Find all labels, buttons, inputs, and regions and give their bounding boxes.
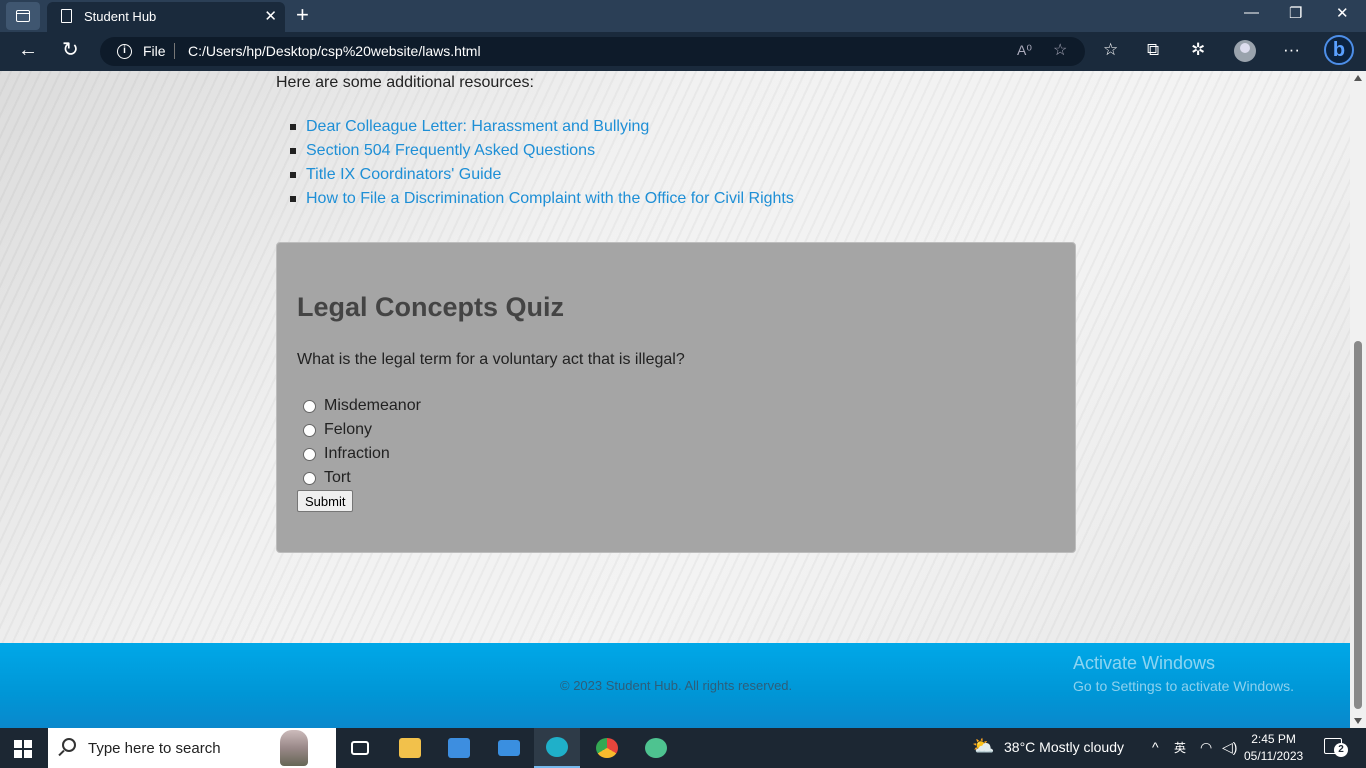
quiz-panel: Legal Concepts Quiz What is the legal te… xyxy=(276,242,1076,553)
watermark-subtitle: Go to Settings to activate Windows. xyxy=(1073,678,1294,694)
collections-icon[interactable]: ⧉ xyxy=(1147,41,1159,58)
resource-link[interactable]: Title IX Coordinators' Guide xyxy=(306,166,501,183)
info-icon[interactable]: i xyxy=(117,44,132,59)
page-scrollbar[interactable] xyxy=(1350,71,1366,728)
network-icon[interactable]: ◠ xyxy=(1200,739,1212,756)
quiz-option[interactable]: Misdemeanor xyxy=(303,394,421,418)
microsoft-store-icon[interactable] xyxy=(436,728,482,768)
atom-icon[interactable] xyxy=(633,728,679,768)
option-label: Infraction xyxy=(324,445,390,462)
resources-list: Dear Colleague Letter: Harassment and Bu… xyxy=(290,117,794,213)
submit-button[interactable]: Submit xyxy=(297,490,354,512)
mail-icon[interactable] xyxy=(486,728,532,768)
task-view-icon[interactable] xyxy=(337,728,383,768)
radio-button[interactable] xyxy=(303,447,316,461)
tab-student-hub[interactable]: Student Hub ✕ xyxy=(47,2,285,32)
search-placeholder: Type here to search xyxy=(88,740,221,757)
notification-badge: 2 xyxy=(1334,743,1348,757)
weather-text[interactable]: 38°C Mostly cloudy xyxy=(1004,739,1124,755)
windows-taskbar: Type here to search ⛅ 38°C Mostly cloudy… xyxy=(0,728,1366,768)
copyright-text: © 2023 Student Hub. All rights reserved. xyxy=(560,678,793,693)
file-explorer-icon[interactable] xyxy=(387,728,433,768)
maximize-button[interactable]: ❐ xyxy=(1289,4,1302,22)
add-favorite-icon[interactable]: ☆ xyxy=(1053,40,1067,60)
protocol-label: File xyxy=(143,43,166,59)
clock-date: 05/11/2023 xyxy=(1244,749,1304,763)
option-label: Tort xyxy=(324,469,351,486)
radio-button[interactable] xyxy=(303,471,316,485)
list-item: Title IX Coordinators' Guide xyxy=(290,165,794,189)
system-clock[interactable]: 2:45 PM 05/11/2023 xyxy=(1244,731,1303,765)
new-tab-button[interactable]: + xyxy=(296,3,309,27)
page-footer: © 2023 Student Hub. All rights reserved.… xyxy=(0,643,1350,728)
clock-time: 2:45 PM xyxy=(1251,732,1296,746)
resource-link[interactable]: How to File a Discrimination Complaint w… xyxy=(306,190,794,207)
quiz-option[interactable]: Felony xyxy=(303,418,421,442)
tab-close-icon[interactable]: ✕ xyxy=(264,7,277,25)
address-bar[interactable]: i File C:/Users/hp/Desktop/csp%20website… xyxy=(100,37,1085,66)
page-viewport: Here are some additional resources: Dear… xyxy=(0,71,1350,728)
scroll-up-icon[interactable] xyxy=(1354,75,1362,81)
activate-windows-watermark: Activate Windows Go to Settings to activ… xyxy=(1073,653,1294,694)
list-item: How to File a Discrimination Complaint w… xyxy=(290,189,794,213)
close-window-button[interactable]: ✕ xyxy=(1336,4,1349,22)
profile-avatar[interactable] xyxy=(1234,40,1256,62)
volume-icon[interactable]: ◁) xyxy=(1222,739,1237,756)
more-menu-icon[interactable]: ··· xyxy=(1283,41,1300,58)
read-aloud-icon[interactable]: A⁰ xyxy=(1017,42,1032,59)
option-label: Felony xyxy=(324,421,373,438)
resource-link[interactable]: Dear Colleague Letter: Harassment and Bu… xyxy=(306,118,649,135)
quiz-option[interactable]: Tort xyxy=(303,466,421,490)
back-button[interactable]: ← xyxy=(18,40,38,60)
tab-title: Student Hub xyxy=(84,9,157,24)
extensions-icon[interactable]: ✲ xyxy=(1191,41,1205,58)
list-item: Section 504 Frequently Asked Questions xyxy=(290,141,794,165)
chrome-icon[interactable] xyxy=(584,728,630,768)
option-label: Misdemeanor xyxy=(324,397,421,414)
quiz-option[interactable]: Infraction xyxy=(303,442,421,466)
scroll-down-icon[interactable] xyxy=(1354,718,1362,724)
radio-button[interactable] xyxy=(303,399,316,413)
url-text[interactable]: C:/Users/hp/Desktop/csp%20website/laws.h… xyxy=(188,43,481,59)
notification-icon[interactable]: 2 xyxy=(1324,738,1348,757)
ime-icon[interactable]: 英 xyxy=(1174,739,1186,756)
watermark-title: Activate Windows xyxy=(1073,653,1216,673)
favorites-icon[interactable]: ☆ xyxy=(1103,41,1118,58)
browser-toolbar: ← ↻ i File C:/Users/hp/Desktop/csp%20web… xyxy=(0,32,1366,71)
sidebar-icon xyxy=(16,10,30,22)
bing-chat-icon[interactable]: b xyxy=(1324,35,1354,65)
minimize-button[interactable]: — xyxy=(1244,4,1259,21)
taskbar-search[interactable]: Type here to search xyxy=(48,728,336,768)
list-item: Dear Colleague Letter: Harassment and Bu… xyxy=(290,117,794,141)
start-button[interactable] xyxy=(14,740,32,758)
quiz-question: What is the legal term for a voluntary a… xyxy=(297,351,685,368)
tray-overflow-icon[interactable]: ^ xyxy=(1152,739,1159,755)
scrollbar-thumb[interactable] xyxy=(1354,341,1362,709)
address-divider xyxy=(174,43,175,59)
quiz-title: Legal Concepts Quiz xyxy=(297,292,565,322)
resources-intro: Here are some additional resources: xyxy=(276,74,534,91)
page-icon xyxy=(61,9,72,23)
radio-button[interactable] xyxy=(303,423,316,437)
browser-tab-bar: Student Hub ✕ + — ❐ ✕ xyxy=(0,0,1366,32)
quiz-options: Misdemeanor Felony Infraction Tort xyxy=(303,394,421,490)
resource-link[interactable]: Section 504 Frequently Asked Questions xyxy=(306,142,595,159)
refresh-button[interactable]: ↻ xyxy=(62,40,79,60)
weather-icon[interactable]: ⛅ xyxy=(972,736,994,757)
edge-icon[interactable] xyxy=(534,728,580,768)
search-icon xyxy=(62,738,76,752)
search-highlight-image xyxy=(280,730,308,766)
sidebar-toggle-button[interactable] xyxy=(6,2,40,30)
